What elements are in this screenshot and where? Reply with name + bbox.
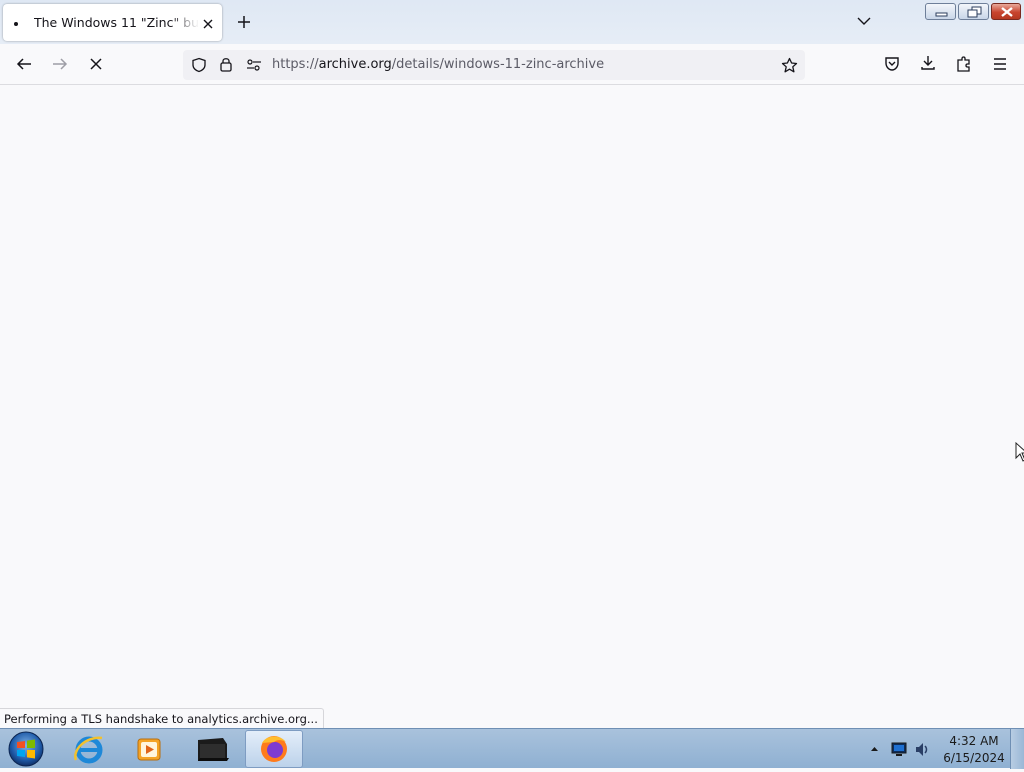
navigation-toolbar: https://archive.org/details/windows-11-z… (0, 44, 1024, 85)
tab-title: The Windows 11 "Zinc" build archive (34, 15, 199, 30)
tray-expand-icon[interactable] (870, 746, 879, 752)
download-icon[interactable] (919, 54, 937, 72)
taskbar: 4:32 AM 6/15/2024 (0, 728, 1024, 769)
url-bar[interactable]: https://archive.org/details/windows-11-z… (183, 50, 805, 80)
taskbar-file-explorer[interactable] (183, 730, 241, 768)
windows-start-icon[interactable] (6, 730, 46, 768)
show-desktop-button[interactable] (1010, 729, 1024, 769)
restore-button[interactable] (958, 3, 989, 20)
taskbar-media-player[interactable] (120, 730, 178, 768)
url-path: /details/windows-11-zinc-archive (391, 57, 605, 72)
status-panel: Performing a TLS handshake to analytics.… (0, 708, 324, 728)
mouse-cursor-icon (1015, 442, 1024, 462)
folder-icon (198, 738, 229, 761)
loading-dot-icon (14, 22, 18, 26)
pocket-icon[interactable] (883, 55, 901, 73)
hamburger-icon[interactable] (991, 55, 1009, 73)
media-player-icon (137, 738, 161, 761)
window-close-button[interactable] (991, 3, 1021, 20)
star-icon[interactable] (781, 57, 798, 74)
chevron-down-icon[interactable] (857, 15, 871, 27)
shield-icon[interactable] (191, 57, 207, 73)
internet-explorer-icon (74, 736, 103, 764)
url-scheme: https:// (272, 57, 319, 72)
permissions-icon[interactable] (246, 58, 262, 72)
clock-date[interactable]: 6/15/2024 (942, 751, 1006, 765)
puzzle-icon[interactable] (955, 55, 973, 73)
back-arrow-icon[interactable] (15, 55, 33, 73)
minimize-icon (935, 12, 948, 17)
tab-active[interactable]: The Windows 11 "Zinc" build archive (3, 4, 222, 41)
url-host: archive.org (318, 57, 392, 72)
restore-icon (967, 6, 982, 18)
url-text[interactable]: https://archive.org/details/windows-11-z… (272, 57, 604, 72)
plus-icon[interactable] (236, 14, 252, 30)
tab-strip: The Windows 11 "Zinc" build archive (0, 0, 1024, 44)
stop-icon[interactable] (87, 55, 105, 73)
taskbar-internet-explorer[interactable] (60, 730, 118, 768)
firefox-icon (261, 736, 287, 762)
minimize-button[interactable] (925, 3, 956, 20)
close-icon[interactable] (202, 18, 214, 30)
forward-arrow-icon[interactable] (51, 55, 69, 73)
volume-icon[interactable] (914, 741, 931, 758)
network-icon[interactable] (891, 742, 907, 756)
taskbar-firefox[interactable] (245, 730, 303, 768)
page-content (0, 85, 1024, 728)
close-icon (1001, 7, 1013, 17)
clock-time[interactable]: 4:32 AM (945, 734, 1003, 748)
lock-icon[interactable] (219, 56, 233, 73)
